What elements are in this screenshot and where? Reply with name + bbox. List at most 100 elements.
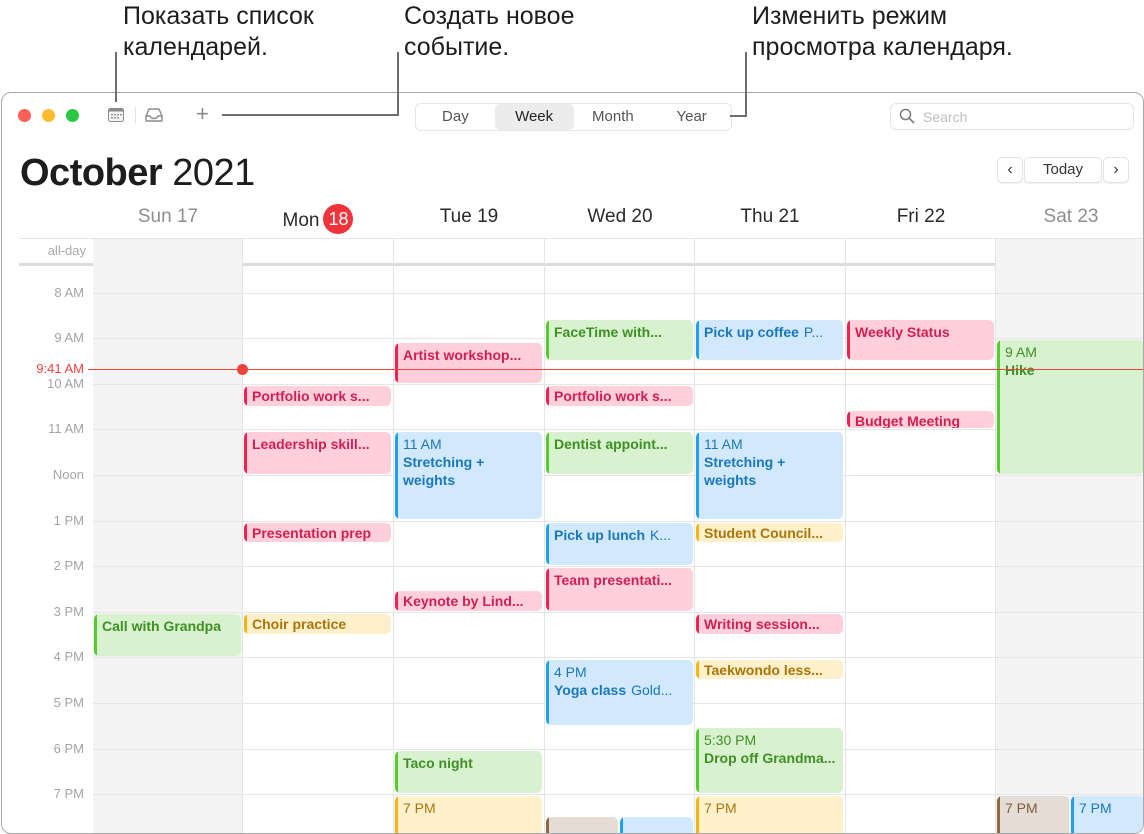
column-divider [393,238,394,833]
event-title: Team presentati... [554,572,673,589]
event-title: FaceTime with... [554,323,662,340]
calendar-event[interactable]: Team presentati... [546,568,693,611]
hour-label: 3 PM [53,604,84,619]
event-time: 7 PM [1079,800,1112,817]
week-grid: all-day 8 AM 9 AM 10 AM 11 AM Noon 1 PM 2 PM 3 … [2,93,1143,833]
event-title: Yoga class [554,681,627,698]
calendar-event[interactable]: 11 AM Stretching + weights [696,431,843,520]
hour-line [93,612,1143,613]
column-divider [995,238,996,833]
calendar-event[interactable]: Portfolio work s... [244,386,391,406]
calendar-event[interactable]: Leadership skill... [244,431,391,474]
hour-label: 1 PM [53,513,84,528]
event-location: Gold... [631,681,673,698]
hour-line [93,293,1143,294]
event-time: 11 AM [704,435,743,452]
grid-top-border [19,238,1143,239]
event-title: Artist workshop... [403,346,522,363]
event-title: Choir practice [252,616,347,632]
hour-label: 2 PM [53,558,84,573]
calendar-event[interactable]: Taekwondo less... [696,659,843,680]
calendar-event[interactable]: Keynote by Lind... [395,591,542,611]
hour-line [93,521,1143,522]
event-title: Leadership skill... [252,435,370,452]
event-title: Budget Meeting [855,413,960,429]
hour-label: 9 AM [54,330,84,345]
hour-line [93,657,1143,658]
calendar-event[interactable]: 7 PM [997,796,1069,833]
column-divider [694,238,695,833]
event-time: 11 AM [403,435,442,452]
callout-show-calendars: Показать список календарей. [123,2,314,61]
event-location: K... [650,526,672,543]
calendar-event[interactable]: Presentation prep [244,522,391,543]
hour-line [93,429,1143,430]
calendar-event[interactable]: Weekly Status [847,319,994,360]
calendar-event[interactable]: Choir practice [244,614,391,634]
calendar-event[interactable]: Pick up coffee P... [696,319,843,360]
calendar-event[interactable]: Pick up lunch K... [546,522,693,566]
callout-line [222,114,399,116]
current-time-dot [237,364,248,375]
callout-new-event: Создать новое событие. [404,2,575,61]
column-divider [242,238,243,833]
column-divider [845,238,846,833]
event-title: Hike [1005,362,1035,379]
hour-label: 8 AM [54,285,84,300]
event-time: 4 PM [554,663,587,680]
event-title: Keynote by Lind... [403,593,524,610]
calendar-event[interactable]: 7 PM [696,796,843,833]
hour-label: 11 AM [48,421,84,436]
weekend-column [93,238,243,833]
calendar-event[interactable]: 4 PM Yoga class Gold... [546,659,693,725]
event-title: Drop off Grandma... [704,750,836,766]
event-title: Pick up coffee [704,323,799,340]
calendar-event[interactable]: Artist workshop... [395,342,542,383]
hour-line [93,384,1143,385]
callout-line [115,52,117,102]
calendar-event[interactable]: Call with Grandpa [94,614,241,657]
callout-line [730,115,747,117]
hour-line [93,566,1143,567]
weekend-column [996,238,1143,833]
event-title: Pick up lunch [554,526,646,543]
calendar-event[interactable]: Writing session... [696,614,843,634]
calendar-event[interactable]: 7 PM [1071,796,1143,833]
event-time: 7 PM [704,800,737,817]
hour-label: 4 PM [53,649,84,664]
calendar-event[interactable]: Budget Meeting [847,411,994,429]
calendar-event[interactable]: 7 PM [395,796,542,833]
calendar-event[interactable] [620,816,693,833]
calendar-event[interactable]: Portfolio work s... [546,386,693,406]
event-title: Presentation prep [252,524,372,541]
calendar-window: + Day Week Month Year October 2021 ‹ Tod… [1,92,1144,834]
calendar-event[interactable]: Dentist appoint... [546,431,693,474]
hour-label: Noon [52,467,84,482]
event-title: Taekwondo less... [704,661,823,678]
event-title: Weekly Status [855,323,950,340]
event-title: Dentist appoint... [554,435,668,452]
calendar-event[interactable] [546,816,618,833]
allday-label: all-day [47,243,86,258]
event-title: Stretching + weights [403,453,485,488]
calendar-event[interactable]: Student Council... [696,522,843,543]
column-divider [544,238,545,833]
event-title: Stretching + weights [704,453,786,488]
hour-line [93,749,1143,750]
calendar-event[interactable]: 5:30 PM Drop off Grandma... [696,728,843,794]
callout-change-view: Изменить режим просмотра календаря. [752,2,1013,61]
hour-line [93,794,1143,795]
event-time: 9 AM [1005,344,1037,361]
hour-line [93,475,1143,476]
hour-label: 5 PM [53,695,84,710]
hour-label: 10 AM [47,376,84,391]
event-title: Writing session... [704,616,820,632]
calendar-event[interactable]: 9 AM Hike [997,340,1143,474]
calendar-event[interactable]: FaceTime with... [546,319,693,360]
hour-label: 6 PM [53,741,84,756]
calendar-event[interactable]: 11 AM Stretching + weights [395,431,542,520]
calendar-event[interactable]: Taco night [395,750,542,794]
event-time: 5:30 PM [704,732,757,748]
event-title: Call with Grandpa [102,618,222,634]
event-time: 7 PM [403,800,436,817]
